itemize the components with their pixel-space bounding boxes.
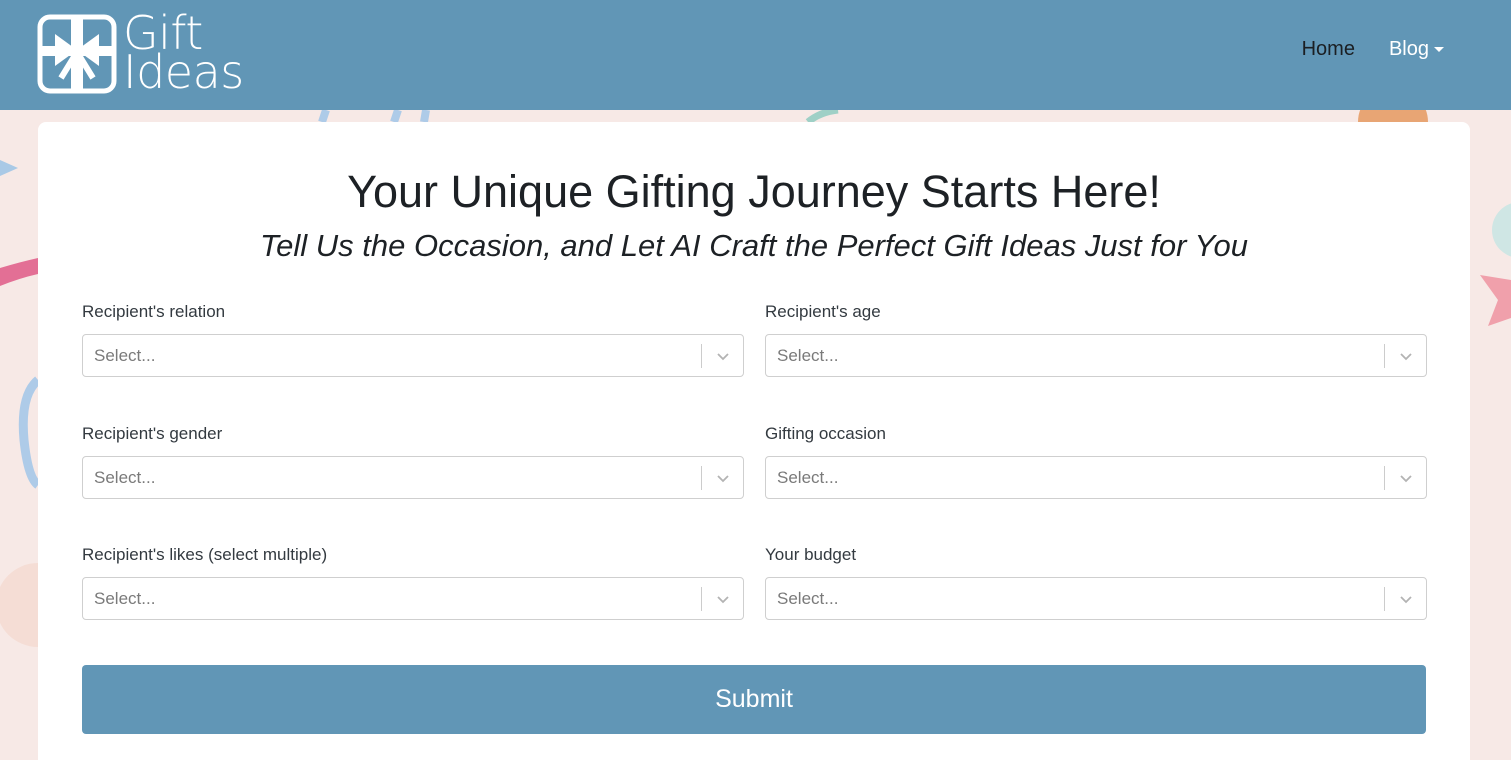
page-subtitle: Tell Us the Occasion, and Let AI Craft t…: [260, 228, 1248, 263]
confetti-loop: [18, 376, 42, 489]
confetti-arc: [805, 106, 839, 125]
likes-multiselect[interactable]: Select...: [82, 577, 744, 620]
field-gender: Recipient's gender Select...: [82, 422, 744, 499]
confetti-triangle: [0, 160, 18, 176]
logo-text-line2: Ideas: [123, 45, 244, 99]
select-separator: [1384, 344, 1385, 368]
confetti-stroke: [390, 108, 430, 124]
field-gender-label: Recipient's gender: [82, 424, 223, 443]
field-budget: Your budget Select...: [765, 543, 1427, 620]
nav-blog-dropdown[interactable]: Blog: [1389, 38, 1444, 61]
caret-down-icon: [1434, 47, 1444, 52]
nav-links: Home Blog: [1302, 38, 1444, 61]
select-separator: [1384, 587, 1385, 611]
field-age-label: Recipient's age: [765, 302, 881, 321]
chevron-down-icon[interactable]: [715, 591, 731, 607]
gender-select[interactable]: Select...: [82, 456, 744, 499]
field-relation-label: Recipient's relation: [82, 302, 226, 321]
chevron-down-icon[interactable]: [1398, 348, 1414, 364]
occasion-select-placeholder: Select...: [777, 468, 839, 487]
budget-select[interactable]: Select...: [765, 577, 1427, 620]
select-separator: [701, 344, 702, 368]
chevron-down-icon[interactable]: [715, 470, 731, 486]
field-occasion: Gifting occasion Select...: [765, 422, 1427, 499]
field-budget-label: Your budget: [765, 545, 857, 564]
confetti-stroke: [318, 108, 330, 124]
gift-box-icon: [37, 14, 117, 94]
likes-select-placeholder: Select...: [94, 589, 156, 608]
budget-select-placeholder: Select...: [777, 589, 839, 608]
chevron-down-icon[interactable]: [1398, 591, 1414, 607]
occasion-select[interactable]: Select...: [765, 456, 1427, 499]
page-title: Your Unique Gifting Journey Starts Here!: [347, 166, 1161, 217]
age-select[interactable]: Select...: [765, 334, 1427, 377]
select-separator: [701, 587, 702, 611]
field-occasion-label: Gifting occasion: [765, 424, 886, 443]
field-likes: Recipient's likes (select multiple) Sele…: [82, 543, 744, 620]
gift-form-card: Your Unique Gifting Journey Starts Here!…: [38, 122, 1470, 760]
submit-button[interactable]: Submit: [82, 665, 1426, 734]
relation-select-placeholder: Select...: [94, 346, 156, 365]
confetti-star: [1480, 275, 1511, 326]
select-separator: [701, 466, 702, 490]
nav-blog-label: Blog: [1388, 38, 1429, 60]
nav-home-link[interactable]: Home: [1302, 38, 1355, 61]
logo-text: Gift Ideas: [123, 10, 244, 99]
confetti-ribbon: [0, 258, 38, 286]
select-separator: [1384, 466, 1385, 490]
chevron-down-icon[interactable]: [715, 348, 731, 364]
age-select-placeholder: Select...: [777, 346, 839, 365]
navbar: Gift Ideas Home Blog: [0, 0, 1511, 110]
confetti-circle: [1492, 203, 1511, 257]
field-likes-label: Recipient's likes (select multiple): [82, 545, 328, 564]
relation-select[interactable]: Select...: [82, 334, 744, 377]
gender-select-placeholder: Select...: [94, 468, 156, 487]
chevron-down-icon[interactable]: [1398, 470, 1414, 486]
site-logo[interactable]: Gift Ideas: [37, 10, 244, 99]
field-age: Recipient's age Select...: [765, 300, 1427, 377]
field-relation: Recipient's relation Select...: [82, 300, 744, 377]
